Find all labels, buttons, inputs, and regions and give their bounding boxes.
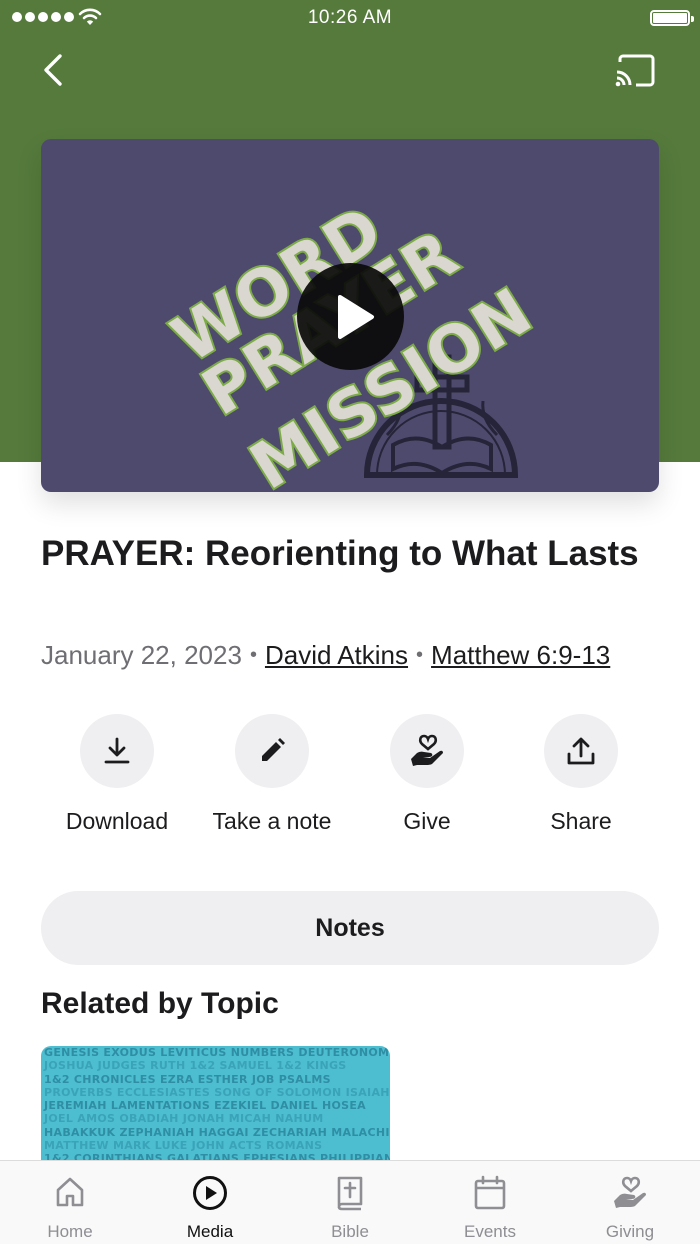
- download-icon: [104, 737, 130, 764]
- take-note-button[interactable]: Take a note: [195, 714, 349, 835]
- bible-icon: [337, 1176, 363, 1211]
- heart-hand-icon: [614, 1176, 646, 1208]
- cast-icon: [615, 54, 655, 87]
- card-artwork-text: JOEL AMOS OBADIAH JONAH MICAH NAHUM: [44, 1112, 324, 1126]
- pencil-icon: [262, 738, 285, 761]
- give-button[interactable]: Give: [350, 714, 504, 835]
- share-circle: [544, 714, 618, 788]
- tab-events-label: Events: [464, 1222, 516, 1241]
- play-icon: [338, 295, 374, 339]
- related-sermon-card[interactable]: GENESIS EXODUS LEVITICUS NUMBERS DEUTERO…: [41, 1046, 390, 1176]
- sermon-artwork[interactable]: WORD PRAYER MISSION: [41, 139, 659, 492]
- heart-hand-icon: [411, 734, 443, 766]
- related-heading: Related by Topic: [41, 987, 279, 1020]
- tab-media[interactable]: Media: [140, 1161, 280, 1244]
- card-artwork-text: JOSHUA JUDGES RUTH 1&2 SAMUEL 1&2 KINGS: [44, 1059, 347, 1073]
- back-button[interactable]: [36, 50, 76, 90]
- sermon-date: January 22, 2023: [41, 640, 242, 670]
- speaker-link[interactable]: David Atkins: [265, 640, 408, 670]
- share-button[interactable]: Share: [504, 714, 658, 835]
- meta-separator: •: [249, 644, 257, 666]
- meta-separator: •: [416, 644, 424, 666]
- sermon-meta: January 22, 2023 • David Atkins • Matthew 6:…: [41, 640, 610, 671]
- tab-home[interactable]: Home: [0, 1161, 140, 1244]
- card-artwork-text: JEREMIAH LAMENTATIONS EZEKIEL DANIEL HOS…: [44, 1099, 366, 1113]
- chevron-left-icon: [44, 54, 62, 86]
- status-time: 10:26 AM: [307, 7, 393, 28]
- tab-home-label: Home: [47, 1222, 93, 1241]
- play-button[interactable]: [297, 263, 404, 370]
- notes-button[interactable]: Notes: [41, 891, 659, 965]
- download-button[interactable]: Download: [40, 714, 194, 835]
- card-artwork-text: GENESIS EXODUS LEVITICUS NUMBERS DEUTERO…: [44, 1046, 390, 1059]
- tab-bar: Home Media Bible Events Giving: [0, 1160, 700, 1244]
- tab-events[interactable]: Events: [420, 1161, 560, 1244]
- give-label: Give: [403, 808, 451, 834]
- tab-media-label: Media: [186, 1222, 234, 1241]
- card-artwork-text: HABAKKUK ZEPHANIAH HAGGAI ZECHARIAH MALA…: [44, 1125, 390, 1139]
- card-artwork-text: 1&2 CHRONICLES EZRA ESTHER JOB PSALMS: [44, 1072, 331, 1086]
- take-note-label: Take a note: [212, 808, 332, 834]
- home-icon: [56, 1177, 84, 1207]
- status-bar: 10:26 AM: [0, 0, 700, 36]
- cast-button[interactable]: [612, 52, 658, 92]
- tab-giving[interactable]: Giving: [560, 1161, 700, 1244]
- battery-icon: [650, 10, 694, 26]
- sermon-title: PRAYER: Reorienting to What Lasts: [41, 534, 639, 573]
- tab-bible[interactable]: Bible: [280, 1161, 420, 1244]
- take-note-circle: [235, 714, 309, 788]
- scripture-link[interactable]: Matthew 6:9-13: [431, 640, 610, 670]
- download-label: Download: [65, 808, 169, 834]
- card-artwork-text: MATTHEW MARK LUKE JOHN ACTS ROMANS: [44, 1139, 323, 1153]
- calendar-icon: [474, 1175, 506, 1210]
- tab-bible-label: Bible: [331, 1222, 369, 1241]
- share-label: Share: [550, 808, 612, 834]
- card-artwork-text: PROVERBS ECCLESIASTES SONG OF SOLOMON IS…: [44, 1085, 390, 1099]
- give-circle: [390, 714, 464, 788]
- play-circle-icon: [193, 1176, 227, 1210]
- download-circle: [80, 714, 154, 788]
- tab-giving-label: Giving: [605, 1222, 655, 1241]
- share-icon: [567, 737, 595, 765]
